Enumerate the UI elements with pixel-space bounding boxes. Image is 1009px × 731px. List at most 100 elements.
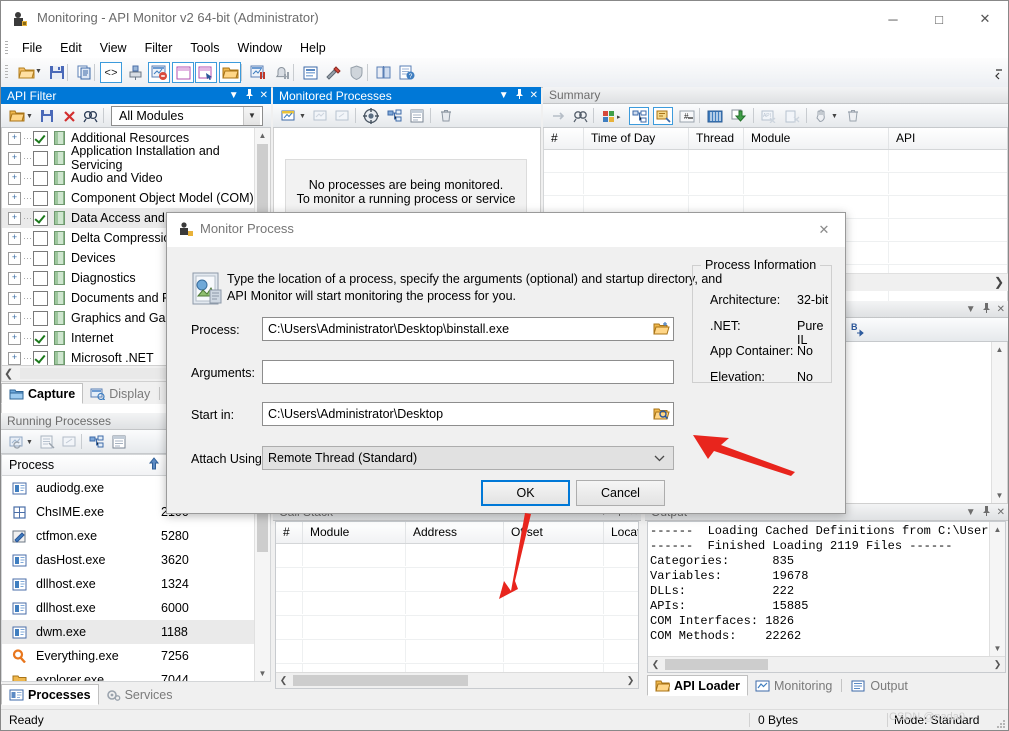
call-stack-row[interactable] — [276, 544, 638, 568]
browse-file-icon[interactable] — [653, 321, 670, 337]
code-brackets-icon[interactable]: <> — [100, 62, 122, 83]
goto-icon[interactable] — [549, 107, 569, 125]
parameters-scrollbar[interactable]: ▲ ▼ — [991, 342, 1007, 503]
process-details-icon[interactable] — [109, 433, 129, 451]
filter-checkbox[interactable] — [33, 210, 48, 226]
expand-icon[interactable]: + — [8, 251, 21, 265]
window-icon[interactable] — [172, 62, 194, 83]
arguments-field[interactable] — [262, 360, 674, 384]
arguments-input[interactable] — [263, 361, 673, 383]
flat-view-icon[interactable] — [653, 107, 673, 125]
process-list-item[interactable]: dasHost.exe 3620 — [2, 548, 254, 572]
stop-monitor-icon[interactable] — [333, 107, 353, 125]
delete-icon[interactable] — [436, 107, 456, 125]
number-icon[interactable]: # — [677, 107, 697, 125]
scroll-right-icon[interactable]: ❯ — [994, 275, 1004, 289]
filter-tree-item[interactable]: + Audio and Video — [2, 168, 254, 188]
sort-ascending-icon[interactable] — [148, 457, 160, 473]
chevron-down-icon[interactable] — [654, 454, 665, 464]
call-stack-column-[interactable]: # — [276, 522, 303, 543]
filter-checkbox[interactable] — [33, 350, 48, 366]
filter-tree-item[interactable]: + Application Installation and Servicing — [2, 144, 254, 172]
process-field[interactable] — [262, 317, 674, 341]
scroll-right-icon[interactable]: ❯ — [623, 673, 638, 688]
clear-module-icon[interactable] — [783, 107, 803, 125]
chevron-down-icon[interactable]: ▼ — [243, 107, 260, 125]
expand-icon[interactable]: + — [8, 151, 21, 165]
process-list-item[interactable]: dllhost.exe 1324 — [2, 572, 254, 596]
expand-icon[interactable]: + — [8, 331, 21, 345]
dialog-close-button[interactable]: ✕ — [809, 218, 839, 242]
menu-item-help[interactable]: Help — [291, 39, 335, 57]
menu-item-view[interactable]: View — [91, 39, 136, 57]
color-legend-icon[interactable] — [599, 107, 619, 125]
scroll-down-icon[interactable]: ▼ — [255, 666, 270, 681]
columns-icon[interactable] — [705, 107, 725, 125]
menu-item-edit[interactable]: Edit — [51, 39, 91, 57]
process-list-item[interactable]: dllhost.exe 6000 — [2, 596, 254, 620]
open-filter-caret[interactable]: ▼ — [26, 113, 33, 120]
find-icon[interactable] — [571, 107, 591, 125]
tab-monitoring[interactable]: Monitoring — [748, 676, 839, 696]
scroll-thumb[interactable] — [293, 675, 468, 686]
process-find-icon[interactable] — [59, 433, 79, 451]
scroll-left-icon[interactable]: ❮ — [276, 673, 291, 688]
start-in-field[interactable] — [262, 402, 674, 426]
column-process[interactable]: Process — [9, 458, 54, 472]
process-tree-icon[interactable] — [385, 107, 405, 125]
target-icon[interactable] — [361, 107, 381, 125]
menu-item-file[interactable]: File — [13, 39, 51, 57]
save-filter-icon[interactable] — [37, 107, 57, 125]
close-icon[interactable]: ✕ — [260, 90, 268, 101]
monitor-new-process-icon[interactable] — [279, 107, 299, 125]
clear-filter-icon[interactable] — [59, 107, 79, 125]
summary-column-thread[interactable]: Thread — [689, 128, 744, 149]
expand-icon[interactable]: + — [8, 171, 21, 185]
chevron-down-icon[interactable]: ▼ — [966, 304, 976, 315]
filter-checkbox[interactable] — [33, 250, 48, 266]
close-button[interactable]: ✕ — [962, 1, 1008, 37]
toolbar-grip-icon[interactable] — [5, 65, 8, 80]
tab-output[interactable]: Output — [844, 676, 915, 696]
summary-column-[interactable]: # — [544, 128, 584, 149]
tab-api-loader[interactable]: API Loader — [647, 675, 748, 696]
resize-grip-icon[interactable] — [994, 717, 1006, 729]
pause-caret[interactable]: ▼ — [831, 113, 838, 120]
pin-icon[interactable] — [515, 89, 524, 102]
module-select[interactable]: All Modules ▼ — [111, 106, 263, 126]
summary-column-module[interactable]: Module — [744, 128, 889, 149]
scroll-left-icon[interactable]: ❮ — [4, 367, 13, 380]
panel-icon[interactable] — [299, 62, 321, 83]
process-tree-icon[interactable] — [87, 433, 107, 451]
expand-icon[interactable]: + — [8, 351, 21, 365]
call-stack-row[interactable] — [276, 640, 638, 664]
menu-item-tools[interactable]: Tools — [181, 39, 228, 57]
process-properties-icon[interactable] — [37, 433, 57, 451]
output-hscrollbar[interactable]: ❮ ❯ — [648, 656, 1005, 672]
chevron-down-icon[interactable]: ▼ — [229, 90, 239, 101]
call-stack-row[interactable] — [276, 568, 638, 592]
expand-icon[interactable]: + — [8, 131, 21, 145]
chevron-down-icon[interactable]: ▼ — [966, 507, 976, 518]
cancel-button[interactable]: Cancel — [576, 480, 665, 506]
process-input[interactable] — [263, 318, 673, 340]
summary-row[interactable] — [544, 173, 1007, 196]
filter-checkbox[interactable] — [33, 130, 48, 146]
copy-icon[interactable] — [73, 62, 95, 83]
help-icon[interactable]: ? — [396, 62, 418, 83]
find-icon[interactable] — [81, 107, 101, 125]
summary-row[interactable] — [544, 150, 1007, 173]
monitor-caret[interactable]: ▼ — [299, 113, 306, 120]
open-filter-icon[interactable] — [7, 107, 27, 125]
pin-icon[interactable] — [982, 506, 991, 519]
call-stack-row[interactable] — [276, 592, 638, 616]
scroll-thumb[interactable] — [665, 659, 768, 670]
refresh-processes-icon[interactable] — [7, 433, 27, 451]
scroll-up-icon[interactable]: ▲ — [255, 128, 270, 143]
expand-icon[interactable]: + — [8, 211, 21, 225]
process-list-item[interactable]: Everything.exe 7256 — [2, 644, 254, 668]
tab-capture[interactable]: Capture — [1, 383, 84, 404]
book-icon[interactable] — [373, 62, 395, 83]
open-icon[interactable] — [15, 62, 37, 83]
pin-icon[interactable] — [982, 303, 991, 316]
